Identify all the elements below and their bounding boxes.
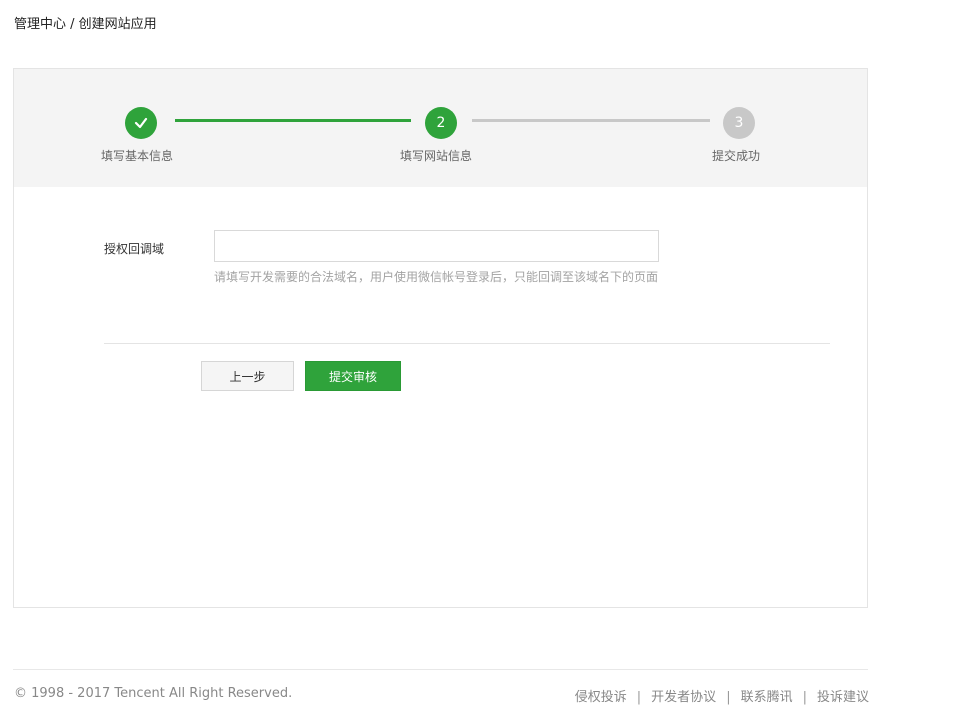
callback-domain-input[interactable] bbox=[214, 230, 659, 262]
create-website-app-card: 2 3 填写基本信息 填写网站信息 提交成功 授权回调域 请填写开发需要的合法域… bbox=[13, 68, 868, 608]
copyright-text: © 1998 - 2017 Tencent All Right Reserved… bbox=[14, 686, 293, 701]
step-2-label: 填写网站信息 bbox=[400, 149, 473, 163]
footer-link-contact-tencent[interactable]: 联系腾讯 bbox=[741, 690, 793, 705]
footer-separator: | bbox=[636, 690, 642, 705]
step-progress: 2 3 填写基本信息 填写网站信息 提交成功 bbox=[14, 69, 867, 187]
step-1-label: 填写基本信息 bbox=[101, 149, 174, 163]
step-1-circle bbox=[125, 107, 157, 139]
footer-link-infringement[interactable]: 侵权投诉 bbox=[575, 690, 627, 705]
footer-links: 侵权投诉 | 开发者协议 | 联系腾讯 | 投诉建议 bbox=[575, 686, 869, 705]
step-connector-2 bbox=[472, 119, 710, 122]
submit-review-button[interactable]: 提交审核 bbox=[305, 361, 401, 391]
step-3-circle: 3 bbox=[723, 107, 755, 139]
step-2-circle: 2 bbox=[425, 107, 457, 139]
form-divider bbox=[104, 343, 830, 344]
step-connector-1 bbox=[175, 119, 411, 122]
footer-separator: | bbox=[802, 690, 807, 705]
step-3-label: 提交成功 bbox=[712, 149, 761, 163]
footer-link-developer-agreement[interactable]: 开发者协议 bbox=[651, 690, 716, 705]
footer-divider bbox=[13, 669, 868, 670]
callback-domain-hint: 请填写开发需要的合法域名，用户使用微信帐号登录后，只能回调至该域名下的页面 bbox=[214, 270, 659, 284]
footer-link-complaints[interactable]: 投诉建议 bbox=[817, 690, 869, 705]
previous-step-button[interactable]: 上一步 bbox=[201, 361, 294, 391]
footer-separator: | bbox=[726, 690, 731, 705]
checkmark-icon bbox=[134, 117, 148, 129]
callback-domain-label: 授权回调域 bbox=[104, 242, 165, 256]
breadcrumb: 管理中心 / 创建网站应用 bbox=[14, 17, 157, 32]
